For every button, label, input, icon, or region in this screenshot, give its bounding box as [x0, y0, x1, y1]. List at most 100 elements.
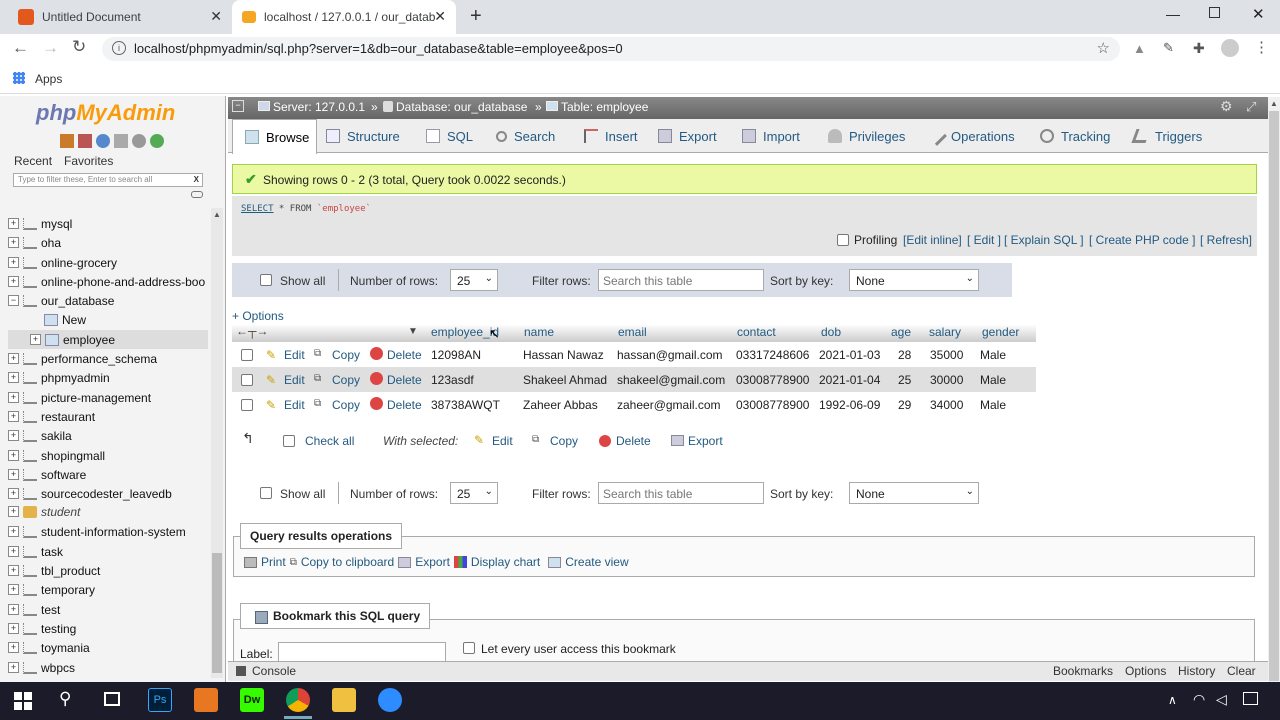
file-explorer-icon[interactable] — [332, 688, 356, 712]
expand-icon[interactable]: + — [8, 257, 19, 268]
cell-gender[interactable]: Male — [980, 373, 1006, 387]
copy-row-button[interactable]: Copy — [332, 373, 360, 387]
photoshop-icon[interactable]: Ps — [148, 688, 172, 712]
apps-link[interactable]: Apps — [35, 72, 62, 86]
expand-icon[interactable]: + — [8, 353, 19, 364]
browser-tab-phpmyadmin[interactable]: localhost / 127.0.0.1 / our_datab ✕ — [232, 0, 456, 34]
favorites-tab[interactable]: Favorites — [64, 154, 113, 168]
xampp-icon[interactable] — [194, 688, 218, 712]
settings-gear-icon[interactable]: ⚙ — [1220, 98, 1233, 115]
task-view-icon[interactable] — [104, 692, 120, 706]
breadcrumb-database[interactable]: Database: our_database — [396, 100, 527, 114]
tab-privileges[interactable]: Privileges — [828, 119, 905, 153]
sidebar-item-wbpcs[interactable]: + wbpcs — [8, 658, 75, 677]
sort-by-key-select[interactable]: None ⌄ — [849, 482, 979, 504]
expand-icon[interactable]: + — [8, 604, 19, 615]
bookmark-label-input[interactable] — [278, 642, 446, 662]
tab-tracking[interactable]: Tracking — [1040, 119, 1110, 153]
create-php-code-link[interactable]: [ Create PHP code ] — [1089, 233, 1196, 247]
wifi-icon[interactable]: ◠ — [1193, 691, 1205, 708]
cell-salary[interactable]: 34000 — [930, 398, 963, 412]
new-tab-icon[interactable]: + — [470, 5, 482, 28]
export-link[interactable]: Export — [415, 555, 450, 569]
edit-row-button[interactable]: Edit — [284, 348, 305, 362]
forward-icon[interactable]: → — [42, 38, 59, 58]
scroll-up-icon[interactable]: ▲ — [1270, 99, 1278, 108]
sidebar-item-testing[interactable]: + testing — [8, 619, 76, 638]
row-checkbox[interactable] — [241, 374, 253, 386]
row-checkbox[interactable] — [241, 399, 253, 411]
link-icon[interactable] — [191, 191, 203, 198]
tab-sql[interactable]: SQL — [426, 119, 473, 153]
sidebar-item-sakila[interactable]: + sakila — [8, 426, 72, 445]
expand-icon[interactable]: + — [8, 276, 19, 287]
expand-icon[interactable]: + — [8, 506, 19, 517]
sidebar-item-new-table[interactable]: New — [44, 310, 86, 329]
create-view-link[interactable]: Create view — [565, 555, 628, 569]
cell-salary[interactable]: 30000 — [930, 373, 963, 387]
sidebar-scrollbar[interactable]: ▲ — [211, 208, 223, 678]
volume-icon[interactable]: ◁ — [1216, 691, 1227, 708]
chrome-icon[interactable] — [286, 688, 310, 712]
settings-gear-icon[interactable] — [132, 134, 146, 148]
collapse-icon[interactable]: − — [8, 295, 19, 306]
scroll-thumb[interactable] — [1269, 111, 1279, 681]
delete-row-button[interactable]: Delete — [387, 348, 422, 362]
cell-email[interactable]: zaheer@gmail.com — [617, 398, 721, 412]
sidebar-item-phpmyadmin[interactable]: + phpmyadmin — [8, 368, 110, 387]
dreamweaver-icon[interactable]: Dw — [240, 688, 264, 712]
cell-employee-id[interactable]: 123asdf — [431, 373, 474, 387]
edit-link[interactable]: [ Edit ] — [967, 233, 1001, 247]
cell-employee-id[interactable]: 38738AWQT — [431, 398, 500, 412]
menu-kebab-icon[interactable]: ⋮ — [1254, 38, 1269, 56]
expand-icon[interactable]: + — [8, 526, 19, 537]
cell-dob[interactable]: 1992-06-09 — [819, 398, 880, 412]
sidebar-item-test[interactable]: + test — [8, 600, 60, 619]
copy-row-button[interactable]: Copy — [332, 348, 360, 362]
cell-name[interactable]: Hassan Nawaz — [523, 348, 604, 362]
console-clear-link[interactable]: Clear — [1227, 664, 1256, 678]
tray-chevron-icon[interactable]: ∧ — [1168, 693, 1177, 707]
phpmyadmin-logo[interactable]: phpMyAdmin — [36, 100, 175, 126]
column-header-email[interactable]: email — [618, 325, 647, 339]
close-window-icon[interactable]: ✕ — [1252, 5, 1265, 23]
tab-import[interactable]: Import — [742, 119, 800, 153]
column-header-name[interactable]: name — [524, 325, 554, 339]
reload-icon[interactable]: ↻ — [72, 37, 86, 57]
sidebar-item-restaurant[interactable]: + restaurant — [8, 407, 95, 426]
expand-icon[interactable]: + — [8, 237, 19, 248]
scroll-up-icon[interactable]: ▲ — [213, 210, 221, 219]
extensions-puzzle-icon[interactable]: ✚ — [1193, 40, 1205, 57]
show-all-checkbox[interactable] — [260, 487, 272, 499]
sidebar-item-our-database[interactable]: − our_database — [8, 291, 114, 310]
close-tab-icon[interactable]: ✕ — [210, 8, 222, 25]
fullscreen-icon[interactable]: ⤢ — [1246, 99, 1256, 115]
sort-dropdown-icon[interactable]: ▼ — [408, 326, 418, 337]
notifications-icon[interactable] — [1243, 692, 1258, 705]
collapse-nav-icon[interactable]: − — [232, 100, 244, 112]
column-header-gender[interactable]: gender — [982, 325, 1019, 339]
console-bookmarks-link[interactable]: Bookmarks — [1053, 664, 1113, 678]
column-header-dob[interactable]: dob — [821, 325, 841, 339]
tab-operations[interactable]: Operations — [927, 119, 1015, 153]
row-checkbox[interactable] — [241, 349, 253, 361]
docs-icon[interactable] — [114, 134, 128, 148]
back-icon[interactable]: ← — [12, 38, 29, 58]
bulk-edit-button[interactable]: Edit — [492, 434, 513, 448]
console-label[interactable]: Console — [252, 664, 296, 678]
expand-icon[interactable]: + — [8, 642, 19, 653]
expand-icon[interactable]: + — [8, 392, 19, 403]
tab-structure[interactable]: Structure — [326, 119, 400, 153]
console-history-link[interactable]: History — [1178, 664, 1215, 678]
column-header-salary[interactable]: salary — [929, 325, 961, 339]
cell-contact[interactable]: 03008778900 — [736, 398, 809, 412]
tab-insert[interactable]: Insert — [584, 119, 638, 153]
cell-gender[interactable]: Male — [980, 348, 1006, 362]
cell-salary[interactable]: 35000 — [930, 348, 963, 362]
help-icon[interactable] — [96, 134, 110, 148]
cell-age[interactable]: 25 — [898, 373, 911, 387]
number-of-rows-select[interactable]: 25 ⌄ — [450, 482, 498, 504]
browser-tab-untitled[interactable]: Untitled Document ✕ — [8, 0, 232, 34]
sidebar-item-performance-schema[interactable]: + performance_schema — [8, 349, 157, 368]
sidebar-item-oha[interactable]: + oha — [8, 233, 61, 252]
